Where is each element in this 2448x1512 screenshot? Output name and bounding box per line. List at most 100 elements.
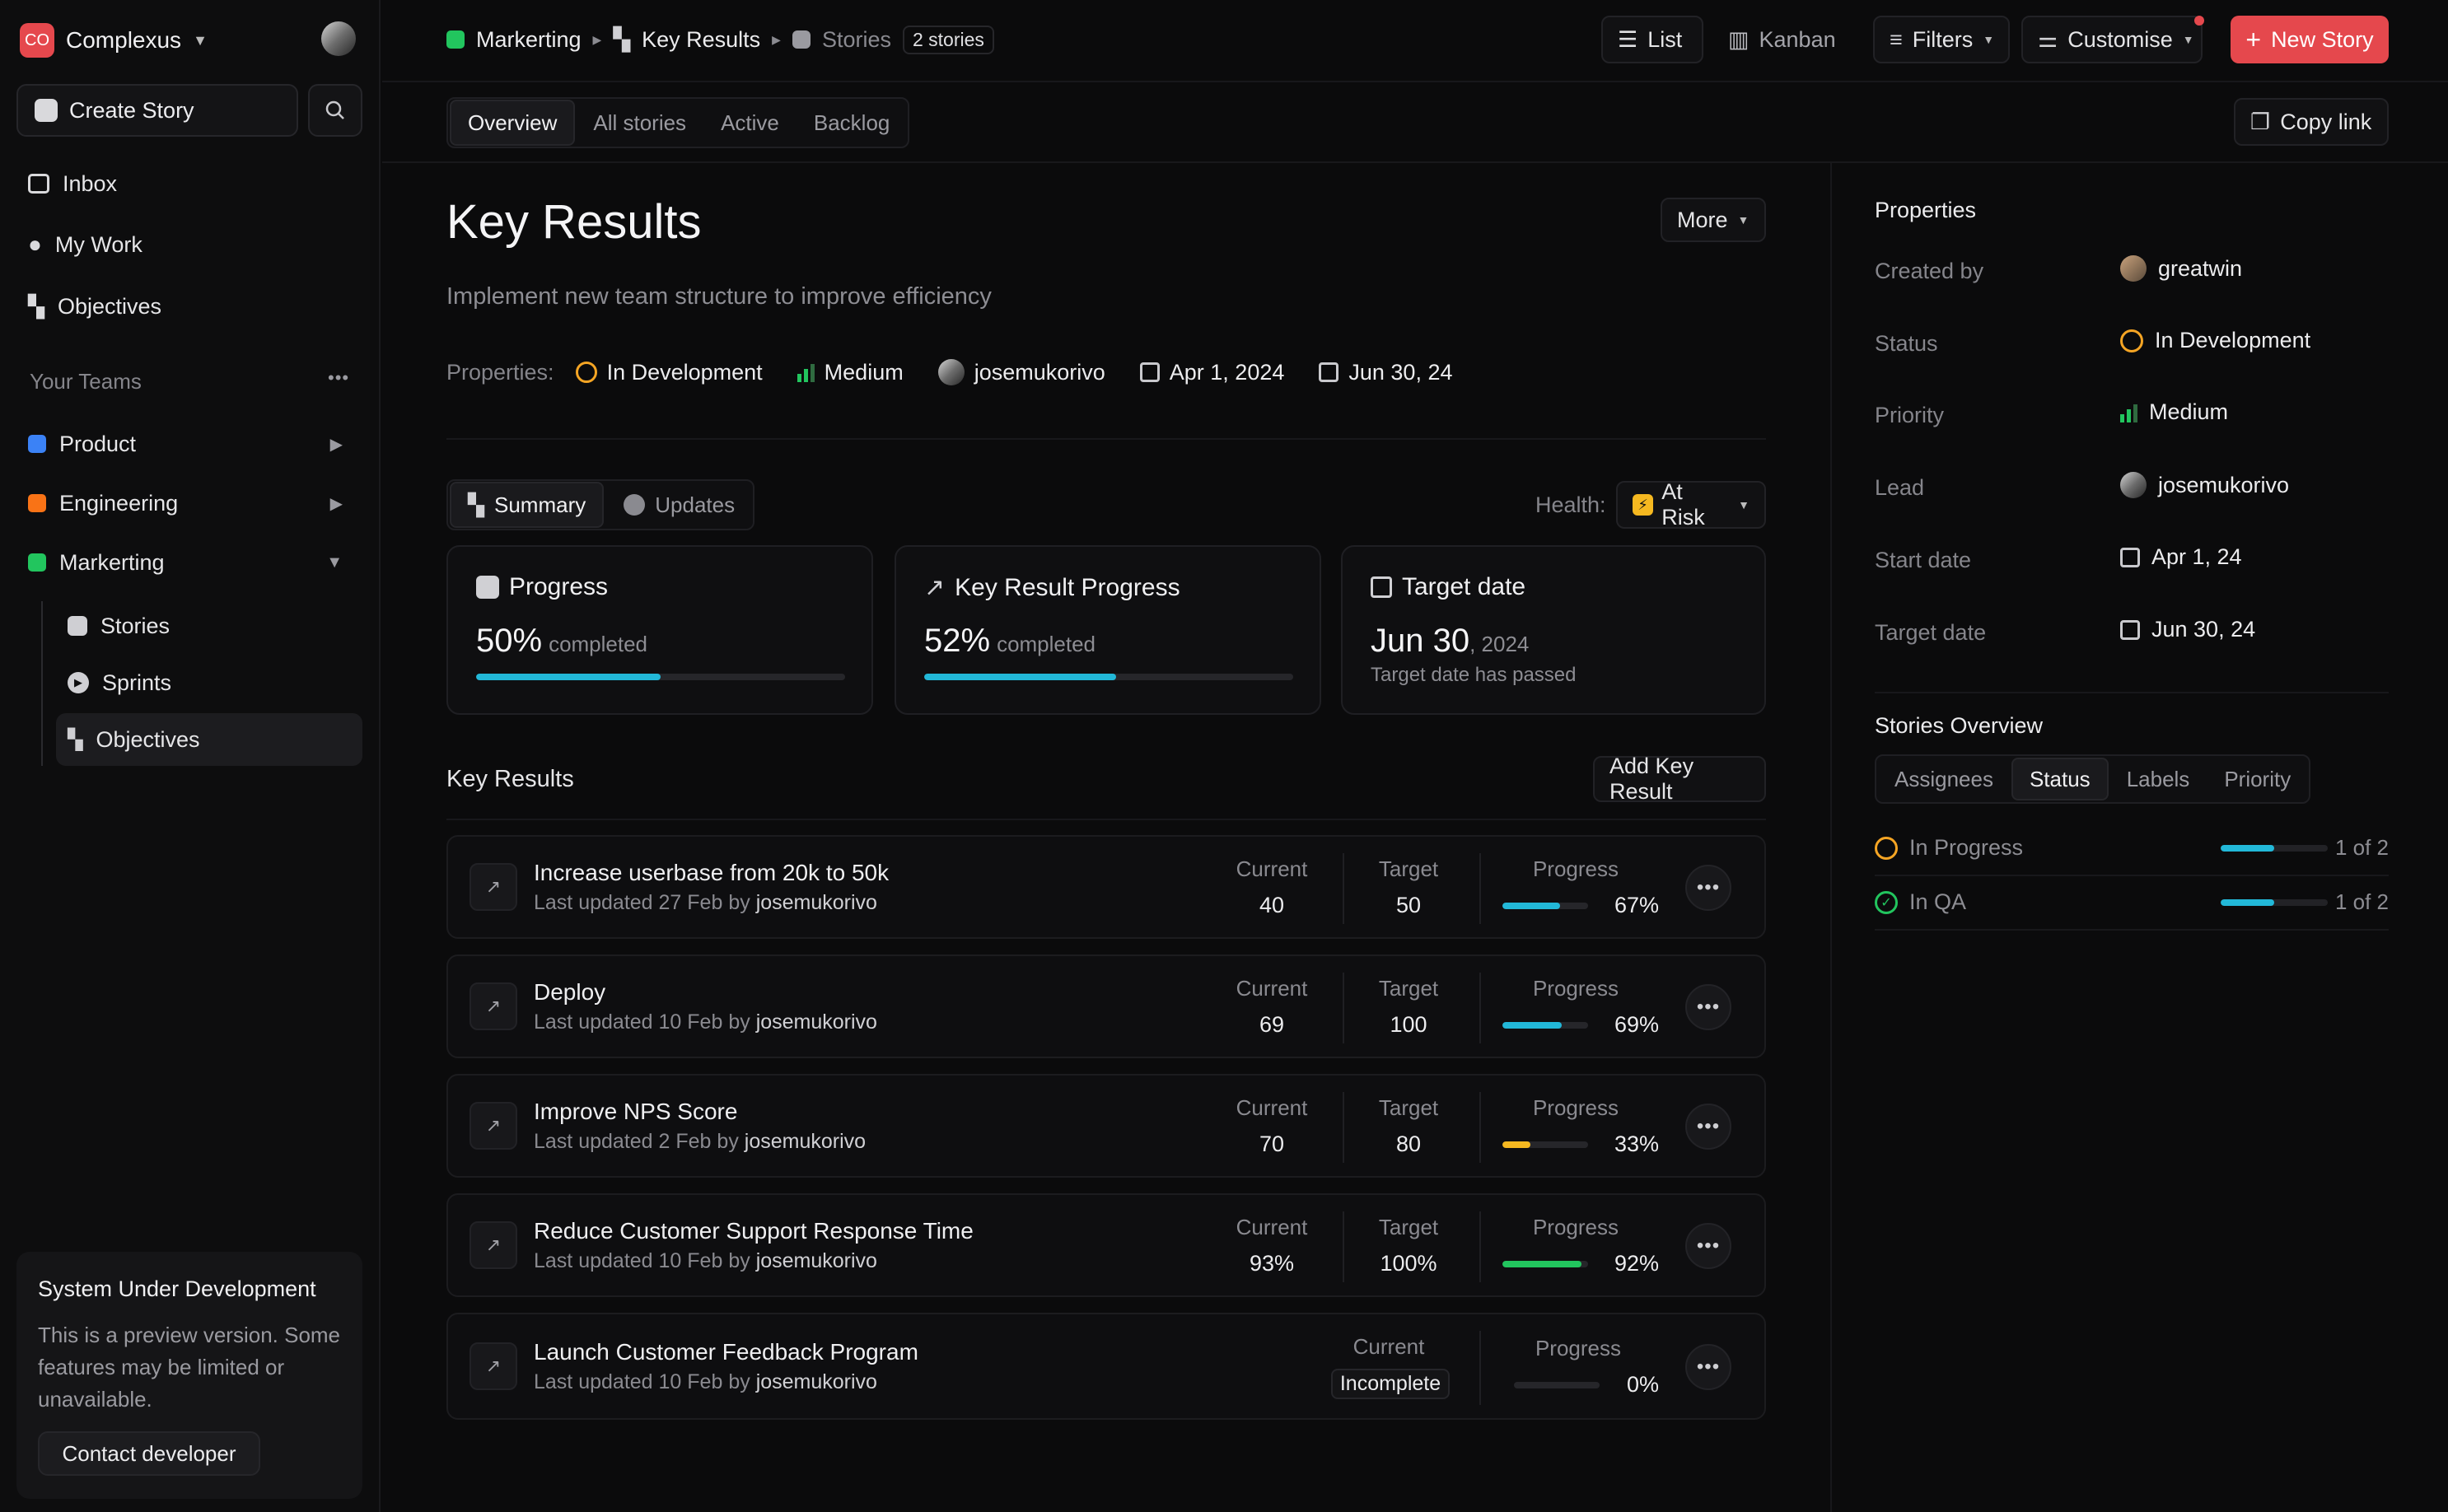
updated-prefix: Last updated	[534, 1130, 653, 1153]
search-icon	[325, 100, 344, 119]
target-date-value[interactable]: Jun 30, 24	[2120, 617, 2255, 642]
status-row-bar	[2221, 845, 2328, 852]
kr-progress-value-row: 52% completed	[924, 623, 1096, 660]
add-key-result-button[interactable]: Add Key Result	[1593, 754, 1766, 804]
kr-progress-fill	[1502, 1261, 1581, 1267]
target-label: Target	[1378, 976, 1439, 1001]
key-result-row[interactable]: ↗ Reduce Customer Support Response Time …	[446, 1193, 1766, 1297]
row-menu-button[interactable]: •••	[1685, 984, 1731, 1030]
workspace-switcher[interactable]: CO Complexus ▼	[20, 21, 208, 59]
key-result-row[interactable]: ↗ Increase userbase from 20k to 50k Last…	[446, 835, 1766, 939]
activity-icon	[476, 576, 499, 599]
sidebar-item-team-objectives[interactable]: ▚ Objectives	[56, 713, 362, 766]
play-icon: ▶	[68, 672, 89, 693]
sidebar-item-product[interactable]: Product ▶	[16, 418, 362, 469]
breadcrumb-team[interactable]: Markerting	[476, 27, 582, 53]
current-value-badge: Incomplete	[1331, 1369, 1450, 1399]
stories-overview-heading: Stories Overview	[1875, 713, 2044, 738]
lead-value[interactable]: josemukorivo	[2120, 472, 2289, 498]
lead-value[interactable]: josemukorivo	[974, 360, 1105, 385]
contact-developer-button[interactable]: Contact developer	[38, 1431, 260, 1476]
sidebar-item-label: Engineering	[59, 490, 179, 516]
priority-value[interactable]: Medium	[2120, 399, 2228, 425]
tab-assignees[interactable]: Assignees	[1878, 758, 2010, 800]
target-value-row: Jun 30 , 2024	[1371, 623, 1529, 660]
new-story-button[interactable]: + New Story	[2231, 16, 2389, 63]
tab-backlog[interactable]: Backlog	[797, 100, 907, 146]
chevron-down-icon: ▼	[1737, 213, 1750, 226]
sidebar-item-markerting[interactable]: Markerting ▼	[16, 537, 362, 588]
sidebar-item-sprints[interactable]: ▶ Sprints	[56, 656, 362, 709]
create-story-button[interactable]: Create Story	[16, 84, 298, 137]
sidebar-item-inbox[interactable]: Inbox	[16, 158, 362, 209]
plus-icon: +	[2245, 24, 2262, 54]
list-view-button[interactable]: ☰ List	[1601, 16, 1703, 63]
divider	[1875, 692, 2389, 693]
calendar-icon	[2120, 547, 2140, 567]
key-result-row[interactable]: ↗ Launch Customer Feedback Program Last …	[446, 1313, 1766, 1420]
start-date-value[interactable]: Apr 1, 2024	[1170, 360, 1285, 385]
key-result-row[interactable]: ↗ Deploy Last updated 10 Feb by josemuko…	[446, 954, 1766, 1058]
row-menu-button[interactable]: •••	[1685, 1104, 1731, 1150]
priority-value[interactable]: Medium	[825, 360, 904, 385]
tab-active[interactable]: Active	[704, 100, 796, 146]
status-value[interactable]: In Development	[2120, 328, 2310, 353]
creator-name: greatwin	[2158, 255, 2243, 281]
divider	[382, 81, 2448, 82]
column-divider	[1479, 1092, 1481, 1163]
more-button[interactable]: More ▼	[1661, 198, 1766, 242]
row-menu-button[interactable]: •••	[1685, 1344, 1731, 1390]
tab-labels[interactable]: Labels	[2110, 758, 2207, 800]
start-date-value[interactable]: Apr 1, 24	[2120, 544, 2242, 570]
updated-prefix: Last updated	[534, 1370, 653, 1393]
filters-button[interactable]: ≡ Filters ▼	[1873, 16, 2010, 63]
health-value: At Risk	[1661, 479, 1705, 530]
kr-title: Deploy	[534, 979, 606, 1005]
health-dropdown[interactable]: ⚡ At Risk ▼	[1616, 479, 1766, 530]
key-result-row[interactable]: ↗ Improve NPS Score Last updated 2 Feb b…	[446, 1074, 1766, 1178]
search-button[interactable]	[308, 84, 362, 137]
row-menu-button[interactable]: •••	[1685, 1223, 1731, 1269]
tab-updates[interactable]: Updates	[607, 482, 751, 528]
lead-name: josemukorivo	[2158, 472, 2290, 497]
summary-tabs: ▚ Summary Updates	[446, 479, 755, 530]
tab-status[interactable]: Status	[2011, 758, 2109, 800]
priority-label: Priority	[1875, 403, 1945, 427]
status-row-bar-fill	[2221, 899, 2274, 906]
divider	[1875, 875, 2389, 876]
sidebar-item-my-work[interactable]: ● My Work	[16, 219, 362, 270]
column-divider	[1479, 1331, 1481, 1405]
chevron-down-icon: ▼	[2182, 33, 2194, 46]
breadcrumb-objective[interactable]: Key Results	[642, 27, 760, 53]
kr-progress-bar	[1502, 1022, 1588, 1029]
sidebar-item-engineering[interactable]: Engineering ▶	[16, 478, 362, 529]
kanban-view-button[interactable]: ▥ Kanban	[1713, 16, 1851, 63]
column-divider	[1479, 973, 1481, 1043]
column-divider	[1343, 853, 1344, 924]
kr-progress-bar-fill	[924, 674, 1116, 680]
tab-summary[interactable]: ▚ Summary	[450, 482, 605, 528]
divider	[446, 438, 1766, 440]
breadcrumb-stories[interactable]: Stories	[822, 27, 891, 53]
lead-avatar	[2120, 472, 2147, 498]
user-avatar[interactable]	[321, 21, 356, 56]
kanban-icon: ▥	[1728, 26, 1750, 52]
customise-button[interactable]: ⚌ Customise ▼	[2021, 16, 2203, 63]
tab-priority[interactable]: Priority	[2207, 758, 2307, 800]
end-date-value[interactable]: Jun 30, 24	[1348, 360, 1452, 385]
current-value: 70	[1259, 1132, 1285, 1156]
sidebar-item-stories[interactable]: Stories	[56, 600, 362, 652]
more-icon[interactable]: •••	[328, 367, 349, 389]
grid-icon: ▚	[68, 728, 83, 751]
sidebar-item-objectives[interactable]: ▚ Objectives	[16, 281, 362, 332]
tab-overview[interactable]: Overview	[450, 100, 576, 146]
tab-all-stories[interactable]: All stories	[577, 100, 703, 146]
copy-link-button[interactable]: ❐ Copy link	[2234, 98, 2389, 146]
page-title: Key Results	[446, 195, 702, 249]
status-value[interactable]: In Development	[607, 360, 763, 385]
kr-title: Reduce Customer Support Response Time	[534, 1218, 974, 1244]
row-menu-button[interactable]: •••	[1685, 865, 1731, 911]
created-by-value[interactable]: greatwin	[2120, 255, 2242, 282]
progress-label: Progress	[1532, 1095, 1619, 1120]
start-date-text: Apr 1, 24	[2151, 544, 2242, 569]
